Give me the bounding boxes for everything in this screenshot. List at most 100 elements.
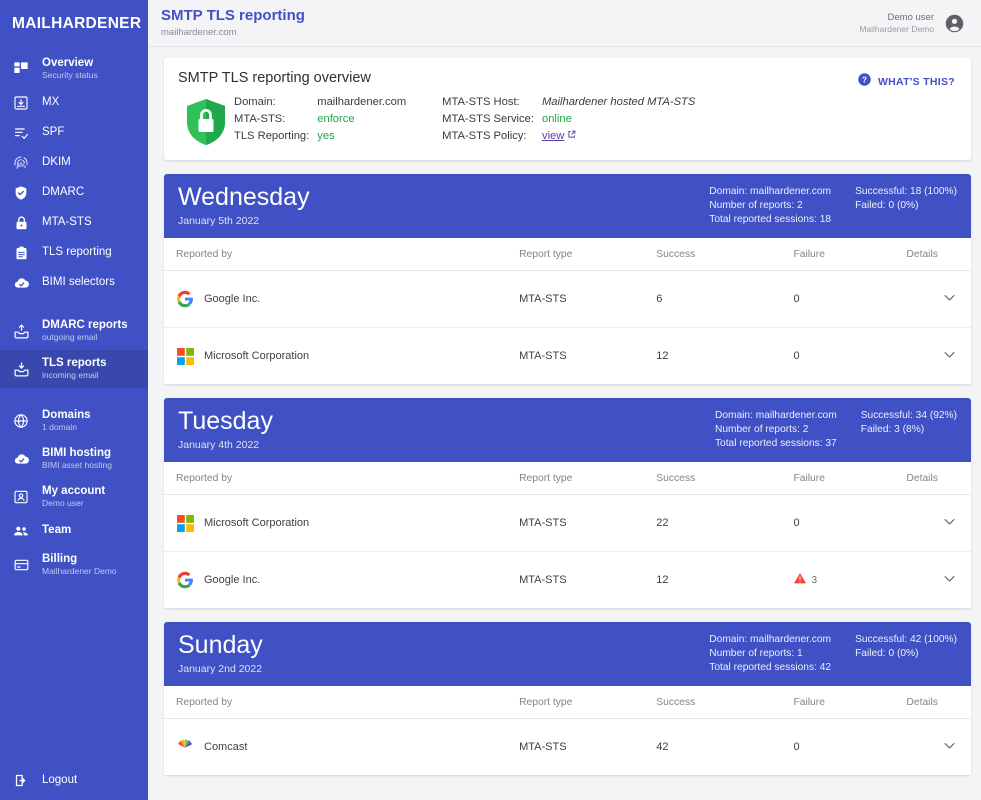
sidebar-item-text: My account Demo user	[42, 485, 105, 509]
overview-body: Domain: mailhardener.com MTA-STS: enforce TL…	[178, 96, 957, 146]
header-row: Reported by Report type Success Failure Deta…	[164, 238, 971, 271]
day-stats-column-left: Domain: mailhardener.com Number of report…	[709, 634, 831, 673]
sidebar-item-bimi-hosting[interactable]: BIMI hosting BIMI asset hosting	[0, 440, 148, 478]
day-title-block: Sunday January 2nd 2022	[178, 632, 263, 676]
success-cell: 6	[656, 270, 794, 328]
person-card-icon	[8, 486, 34, 508]
sidebar-item-text: BIMI hosting BIMI asset hosting	[42, 447, 112, 471]
logout-icon	[8, 769, 34, 791]
sidebar-item-text: TLS reports incoming email	[42, 357, 107, 381]
failure-value: 0	[793, 517, 800, 529]
sidebar-item-mx[interactable]: MX	[0, 88, 148, 118]
failure-cell: 0	[793, 494, 907, 552]
whats-this-link[interactable]: ? WHAT'S THIS?	[857, 72, 955, 92]
brand-logo: MAILHARDENER	[12, 15, 142, 32]
chevron-down-icon[interactable]	[942, 514, 957, 529]
logout-label: Logout	[42, 774, 78, 786]
view-policy-link[interactable]: view	[542, 130, 564, 142]
column-header: Failure	[793, 462, 907, 495]
user-name: Demo user	[887, 11, 934, 23]
chevron-down-icon[interactable]	[942, 347, 957, 362]
table-row[interactable]: Google Inc. MTA-STS 12 3	[164, 552, 971, 609]
sidebar-item-team[interactable]: Team	[0, 516, 148, 546]
column-header: Details	[906, 686, 971, 719]
day-name: Wednesday	[178, 183, 310, 211]
logout-button[interactable]: Logout	[0, 765, 148, 795]
day-stat: Successful: 34 (92%)	[860, 410, 957, 421]
column-header: Success	[656, 238, 794, 271]
sidebar-item-my-account[interactable]: My account Demo user	[0, 478, 148, 516]
people-icon	[8, 520, 34, 542]
fingerprint-icon	[8, 152, 34, 174]
overview-columns: Domain: mailhardener.com MTA-STS: enforce TL…	[234, 96, 695, 142]
sidebar-item-dmarc[interactable]: DMARC	[0, 178, 148, 208]
day-summary-stats: Domain: mailhardener.com Number of report…	[709, 632, 957, 673]
table-row[interactable]: Comcast MTA-STS 42 0	[164, 719, 971, 776]
day-report-card: Sunday January 2nd 2022 Domain: mailharden…	[164, 622, 971, 775]
clipboard-icon	[8, 242, 34, 264]
table-head: Reported by Report type Success Failure Deta…	[164, 238, 971, 271]
sidebar-item-tls-reporting[interactable]: TLS reporting	[0, 238, 148, 268]
day-card-header: Tuesday January 4th 2022 Domain: mailharde…	[164, 398, 971, 462]
failure-cell: 0	[793, 719, 906, 776]
table-row[interactable]: Microsoft Corporation MTA-STS 22 0	[164, 494, 971, 552]
sidebar-item-mta-sts[interactable]: MTA-STS	[0, 208, 148, 238]
day-stats-column-right: Successful: 42 (100%) Failed: 0 (0%)	[855, 634, 957, 673]
content-scroll[interactable]: SMTP TLS reporting overview ? WHAT'S THI…	[148, 47, 981, 800]
sidebar-item-dmarc-reports[interactable]: DMARC reports outgoing email	[0, 312, 148, 350]
sidebar-item-sublabel: BIMI asset hosting	[42, 460, 112, 471]
overview-title: SMTP TLS reporting overview	[178, 70, 371, 86]
page-subtitle-domain: mailhardener.com	[161, 27, 237, 39]
sidebar-item-overview[interactable]: Overview Security status	[0, 50, 148, 88]
sidebar-item-dkim[interactable]: DKIM	[0, 148, 148, 178]
sidebar-item-text: Team	[42, 524, 71, 537]
sidebar-item-text: Domains 1 domain	[42, 409, 91, 433]
table-head: Reported by Report type Success Failure Deta…	[164, 462, 971, 495]
chevron-down-icon[interactable]	[942, 571, 957, 586]
sidebar-item-label: MTA-STS	[42, 216, 92, 229]
chevron-down-icon[interactable]	[942, 738, 957, 753]
overview-value: online	[541, 113, 572, 125]
sidebar-item-domains[interactable]: Domains 1 domain	[0, 402, 148, 440]
details-cell	[906, 719, 971, 776]
day-stats-column-right: Successful: 34 (92%) Failed: 3 (8%)	[861, 410, 957, 449]
lock-icon	[8, 212, 34, 234]
sidebar-item-sublabel: Mailhardener Demo	[42, 566, 117, 577]
overview-key: Domain:	[234, 96, 276, 108]
account-circle-icon[interactable]	[944, 13, 965, 34]
sidebar-item-tls-reports[interactable]: TLS reports incoming email	[0, 350, 148, 388]
report-type-cell: MTA-STS	[519, 350, 567, 362]
table-row[interactable]: Microsoft Corporation MTA-STS 12 0	[164, 328, 971, 385]
overview-value: yes	[317, 130, 335, 142]
user-organization: Mailhardener Demo	[859, 23, 934, 34]
sidebar-item-label: Overview	[42, 57, 94, 69]
reports-table: Reported by Report type Success Failure Deta…	[164, 462, 971, 608]
overview-right-column: MTA-STS Host: Mailhardener hosted MTA-STS…	[442, 96, 695, 142]
comcast-peacock-logo-icon	[176, 738, 194, 756]
failure-cell: 0	[793, 270, 907, 328]
sidebar-item-sublabel: outgoing email	[42, 332, 98, 343]
mx-inbox-icon	[8, 92, 34, 114]
chevron-down-icon[interactable]	[942, 290, 957, 305]
mta-sts-policy-view-link[interactable]: view	[542, 130, 695, 142]
table-body: Comcast MTA-STS 42 0	[164, 719, 971, 776]
sidebar-item-label: MX	[42, 96, 60, 109]
reporter-name: Microsoft Corporation	[204, 350, 310, 362]
sidebar-item-billing[interactable]: Billing Mailhardener Demo	[0, 546, 148, 584]
failure-count: 3	[811, 574, 818, 586]
day-stat: Total reported sessions: 18	[709, 214, 832, 225]
sidebar-item-spf[interactable]: SPF	[0, 118, 148, 148]
day-summary-stats: Domain: mailhardener.com Number of report…	[715, 408, 957, 449]
table-head: Reported by Report type Success Failure Deta…	[164, 686, 971, 719]
sidebar-item-sublabel: incoming email	[42, 370, 99, 381]
overview-value: Mailhardener hosted MTA-STS	[541, 96, 696, 108]
reporter: Microsoft Corporation	[176, 347, 519, 365]
globe-icon	[8, 410, 34, 432]
sidebar: MAILHARDENER Overview Security status MX SP…	[0, 0, 148, 800]
user-menu[interactable]: Demo user Mailhardener Demo	[859, 12, 965, 35]
table-row[interactable]: Google Inc. MTA-STS 6 0	[164, 270, 971, 328]
inbox-download-icon	[8, 358, 34, 380]
day-title-block: Tuesday January 4th 2022	[178, 408, 273, 452]
sidebar-item-bimi-selectors[interactable]: BIMI selectors	[0, 268, 148, 298]
microsoft-logo-icon	[176, 514, 194, 532]
